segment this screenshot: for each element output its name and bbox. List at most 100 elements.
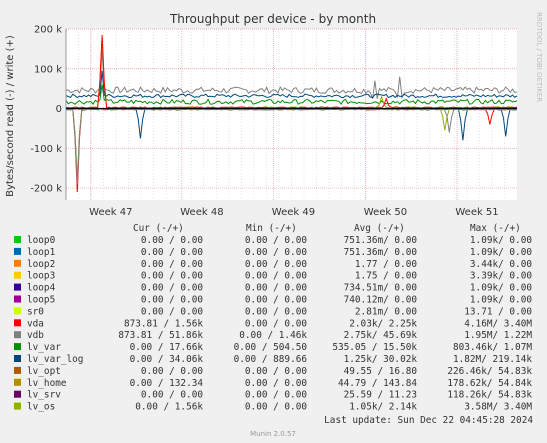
legend-swatch <box>14 307 21 315</box>
last-update: Last update: Sun Dec 22 04:45:28 2024 <box>324 415 533 426</box>
y-tick-label: 0 <box>56 104 62 115</box>
x-tick-label: Week 47 <box>89 207 132 218</box>
chart-title: Throughput per device - by month <box>169 12 376 26</box>
legend-max: 3.39k/ 0.00 <box>470 271 532 282</box>
legend-min: 0.00 / 0.00 <box>245 390 307 401</box>
legend-swatch <box>14 283 21 291</box>
legend-max: 118.26k/ 54.83k <box>447 390 532 401</box>
legend-min: 0.00 / 0.00 <box>245 378 307 389</box>
legend-swatch <box>14 378 21 386</box>
legend-avg: 751.36m/ 0.00 <box>344 235 418 246</box>
legend-max: 178.62k/ 54.84k <box>447 378 532 389</box>
legend-cur: 0.00 / 0.00 <box>141 366 203 377</box>
legend-header-avg: Avg (-/+) <box>354 223 405 234</box>
legend-min: 0.00 / 0.00 <box>245 235 307 246</box>
legend-name: loop3 <box>27 271 55 282</box>
legend-avg: 535.05 / 15.50k <box>332 342 417 353</box>
y-axis-label: Bytes/second read (-) / write (+) <box>5 35 16 197</box>
legend-swatch <box>14 319 21 327</box>
legend-swatch <box>14 402 21 410</box>
munin-graph: Throughput per device - by month Bytes/s… <box>0 0 547 443</box>
y-tick-label: -100 k <box>30 144 62 155</box>
legend-min: 0.00 / 0.00 <box>245 306 307 317</box>
legend-swatch <box>14 331 21 339</box>
legend-name: vda <box>27 318 44 329</box>
legend-name: lv_home <box>27 378 67 389</box>
legend-name: loop5 <box>27 295 55 306</box>
legend-avg: 49.55 / 16.80 <box>344 366 418 377</box>
legend-name: lv_os <box>27 402 55 413</box>
y-tick-label: 100 k <box>34 64 62 75</box>
legend-min: 0.00 / 0.00 <box>245 271 307 282</box>
legend-header-max: Max (-/+) <box>470 223 521 234</box>
legend-cur: 0.00 / 0.00 <box>141 295 203 306</box>
legend-cur: 873.81 / 51.86k <box>118 330 203 341</box>
legend-header-min: Min (-/+) <box>246 223 297 234</box>
legend-name: lv_opt <box>27 366 61 377</box>
legend-name: loop0 <box>27 235 56 246</box>
legend-cur: 0.00 / 17.66k <box>130 342 204 353</box>
legend-min: 0.00 / 889.66 <box>234 354 308 365</box>
legend-max: 3.58M/ 3.40M <box>464 402 532 413</box>
legend-max: 1.09k/ 0.00 <box>470 283 532 294</box>
legend-max: 4.16M/ 3.40M <box>464 318 532 329</box>
y-tick-label: 200 k <box>34 25 62 36</box>
legend-avg: 25.59 / 11.23 <box>344 390 417 401</box>
legend-cur: 0.00 / 0.00 <box>141 283 203 294</box>
legend-cur: 0.00 / 0.00 <box>141 306 203 317</box>
munin-version: Munin 2.0.57 <box>250 430 296 438</box>
legend-max: 13.71 / 0.00 <box>464 306 532 317</box>
rrdtool-credit: RRDTOOL / TOBI OETIKER <box>535 12 543 102</box>
legend-min: 0.00 / 0.00 <box>245 402 307 413</box>
legend-swatch <box>14 355 21 362</box>
legend-min: 0.00 / 504.50 <box>234 342 308 353</box>
legend-max: 1.09k/ 0.00 <box>470 295 532 306</box>
legend-avg: 740.12m/ 0.00 <box>344 295 418 306</box>
legend-swatch <box>14 390 21 398</box>
legend-cur: 0.00 / 0.00 <box>141 259 203 270</box>
legend-swatch <box>14 366 21 374</box>
legend-name: lv_var_log <box>27 354 83 365</box>
legend-min: 0.00 / 0.00 <box>245 283 307 294</box>
legend-max: 803.46k/ 1.07M <box>453 342 532 353</box>
legend-min: 0.00 / 0.00 <box>245 295 307 306</box>
legend-max: 1.09k/ 0.00 <box>470 247 532 258</box>
legend-max: 226.46k/ 54.83k <box>447 366 532 377</box>
legend-avg: 44.79 / 143.84 <box>338 378 417 389</box>
legend-swatch <box>14 343 21 351</box>
legend-name: vdb <box>27 330 44 341</box>
legend-min: 0.00 / 1.46k <box>239 330 307 341</box>
legend-swatch <box>14 236 21 243</box>
legend-avg: 1.77 / 0.00 <box>355 259 417 270</box>
legend-name: lv_var <box>27 342 61 353</box>
plot-area <box>66 29 517 200</box>
legend-max: 3.44k/ 0.00 <box>470 259 532 270</box>
x-tick-label: Week 49 <box>272 207 315 218</box>
legend-name: sr0 <box>27 306 44 317</box>
legend-min: 0.00 / 0.00 <box>245 318 307 329</box>
legend-max: 1.82M/ 219.14k <box>453 354 532 365</box>
legend-swatch <box>14 247 21 255</box>
y-tick-label: -200 k <box>30 184 62 195</box>
legend-avg: 1.75 / 0.00 <box>355 271 417 282</box>
legend-avg: 1.05k/ 2.14k <box>349 402 417 413</box>
legend-swatch <box>14 295 21 303</box>
legend-name: loop2 <box>27 259 55 270</box>
legend-cur: 0.00 / 0.00 <box>141 235 203 246</box>
legend-cur: 0.00 / 1.56k <box>135 402 203 413</box>
legend-cur: 0.00 / 34.06k <box>130 354 204 365</box>
x-tick-label: Week 50 <box>364 207 407 218</box>
legend-cur: 0.00 / 0.00 <box>141 247 203 258</box>
legend-min: 0.00 / 0.00 <box>245 247 307 258</box>
legend-avg: 2.81m/ 0.00 <box>355 306 417 317</box>
legend-max: 1.95M/ 1.22M <box>464 330 532 341</box>
legend-cur: 0.00 / 0.00 <box>141 271 203 282</box>
legend-avg: 751.36m/ 0.00 <box>344 247 418 258</box>
legend-name: lv_srv <box>27 390 61 401</box>
legend-name: loop1 <box>27 247 56 258</box>
legend-cur: 0.00 / 0.00 <box>141 390 203 401</box>
legend-min: 0.00 / 0.00 <box>245 259 307 270</box>
legend-swatch <box>14 271 21 279</box>
legend-avg: 2.75k/ 45.69k <box>344 330 418 341</box>
legend-avg: 2.03k/ 2.25k <box>349 318 417 329</box>
